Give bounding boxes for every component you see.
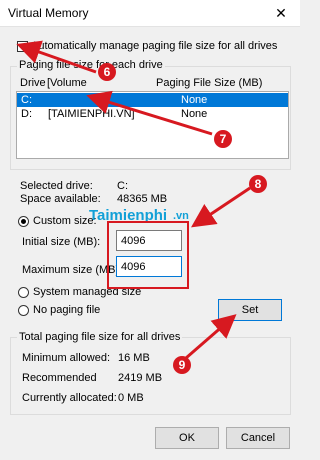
- auto-manage-checkbox[interactable]: [17, 41, 28, 52]
- maximum-size-input[interactable]: 4096: [116, 256, 182, 277]
- drive-d-size: None: [181, 108, 208, 120]
- custom-size-label: Custom size:: [33, 215, 97, 227]
- selected-drive-value: C:: [117, 180, 128, 192]
- set-button[interactable]: Set: [218, 299, 282, 321]
- annotation-7-badge: 7: [214, 130, 232, 148]
- window-title: Virtual Memory: [8, 6, 89, 20]
- minimum-allowed-value: 16 MB: [118, 352, 150, 364]
- currently-allocated-value: 0 MB: [118, 392, 144, 404]
- column-drive: Drive: [20, 77, 46, 89]
- selected-drive-label: Selected drive:: [20, 180, 93, 192]
- close-button[interactable]: ✕: [266, 2, 296, 24]
- drive-c-letter: C:: [21, 94, 32, 106]
- ok-button[interactable]: OK: [155, 427, 219, 449]
- recommended-value: 2419 MB: [118, 372, 163, 384]
- maximum-size-label: Maximum size (MB):: [22, 264, 123, 276]
- custom-size-radio[interactable]: [18, 216, 29, 227]
- space-available-label: Space available:: [20, 193, 101, 205]
- cancel-button[interactable]: Cancel: [226, 427, 290, 449]
- arrow-8: [191, 186, 251, 228]
- minimum-allowed-label: Minimum allowed:: [22, 352, 111, 364]
- system-managed-radio[interactable]: [18, 287, 29, 298]
- space-available-value: 48365 MB: [117, 193, 168, 205]
- initial-size-label: Initial size (MB):: [22, 236, 101, 248]
- total-group-legend: Total paging file size for all drives: [17, 331, 183, 343]
- currently-allocated-label: Currently allocated:: [22, 392, 117, 404]
- drive-row-c[interactable]: [17, 93, 288, 107]
- drive-d-letter: D:: [21, 108, 32, 120]
- column-volume: [Volume: [47, 77, 87, 89]
- annotation-6-badge: 6: [98, 63, 116, 81]
- no-paging-label: No paging file: [33, 304, 101, 316]
- paging-group-legend: Paging file size for each drive: [17, 59, 165, 71]
- column-size: Paging File Size (MB): [156, 77, 263, 89]
- drive-d-volume: [TAIMIENPHI.VN]: [48, 108, 135, 120]
- system-managed-label: System managed size: [33, 286, 142, 298]
- no-paging-radio[interactable]: [18, 305, 29, 316]
- watermark-text: Taimienphi: [89, 207, 168, 224]
- recommended-label: Recommended: [22, 372, 97, 384]
- annotation-9-badge: 9: [173, 356, 191, 374]
- watermark-suffix: .vn: [173, 210, 189, 222]
- annotation-8-badge: 8: [249, 175, 267, 193]
- drive-c-size: None: [181, 94, 208, 106]
- auto-manage-label: Automatically manage paging file size fo…: [31, 40, 278, 52]
- initial-size-input[interactable]: 4096: [116, 230, 182, 251]
